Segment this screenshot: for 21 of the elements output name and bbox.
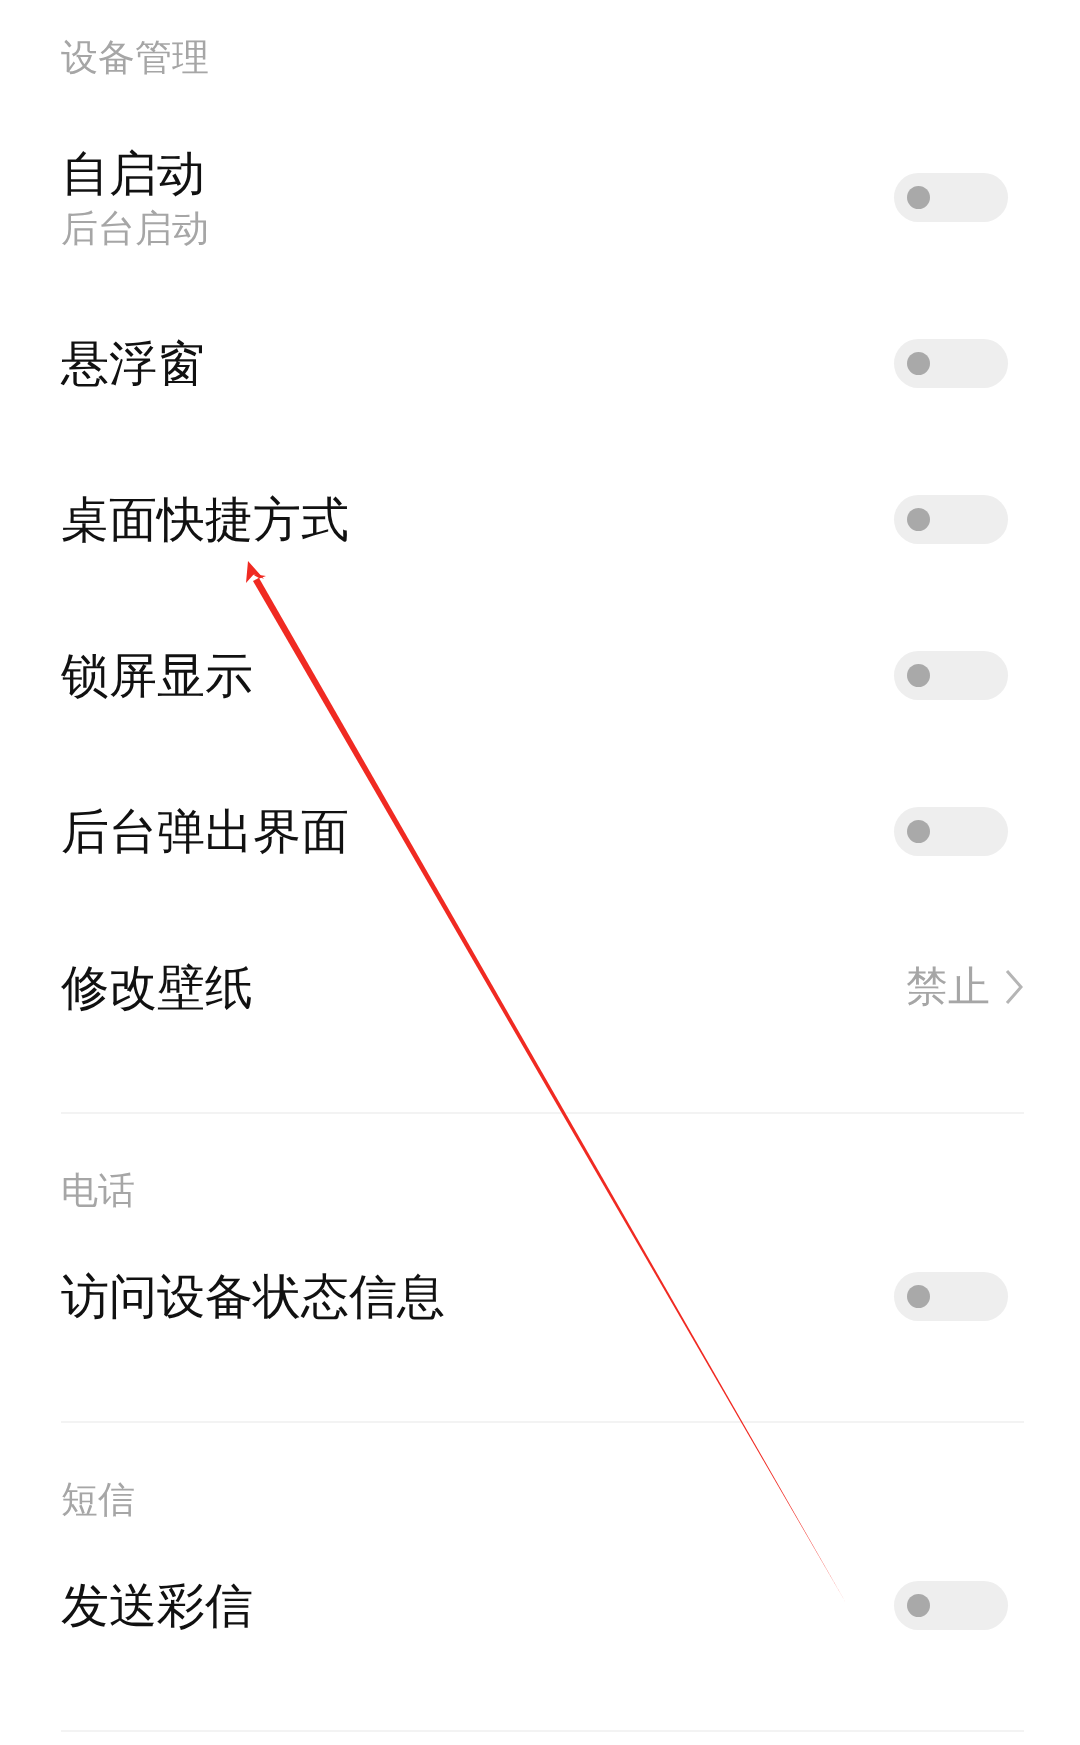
setting-label: 悬浮窗	[61, 335, 205, 391]
setting-label: 自启动	[61, 144, 206, 201]
setting-label: 修改壁纸	[61, 959, 253, 1015]
section-header: 设备管理	[61, 38, 209, 78]
toggle-switch[interactable]	[894, 1271, 1008, 1321]
setting-label: 发送彩信	[61, 1577, 253, 1633]
setting-value: 禁止	[906, 962, 990, 1012]
toggle-switch[interactable]	[894, 494, 1008, 544]
toggle-switch[interactable]	[894, 806, 1008, 856]
setting-label: 后台弹出界面	[61, 803, 349, 859]
setting-label: 桌面快捷方式	[61, 491, 349, 547]
toggle-switch[interactable]	[894, 173, 1008, 222]
toggle-switch[interactable]	[894, 650, 1008, 700]
section-header: 电话	[61, 1171, 135, 1211]
setting-label: 锁屏显示	[61, 647, 253, 703]
setting-label: 访问设备状态信息	[61, 1268, 445, 1324]
toggle-switch[interactable]	[894, 338, 1008, 388]
toggle-switch[interactable]	[894, 1580, 1008, 1630]
section-header: 短信	[61, 1480, 135, 1520]
chevron-right-icon	[1004, 968, 1024, 1006]
setting-subtitle: 后台启动	[61, 206, 209, 251]
